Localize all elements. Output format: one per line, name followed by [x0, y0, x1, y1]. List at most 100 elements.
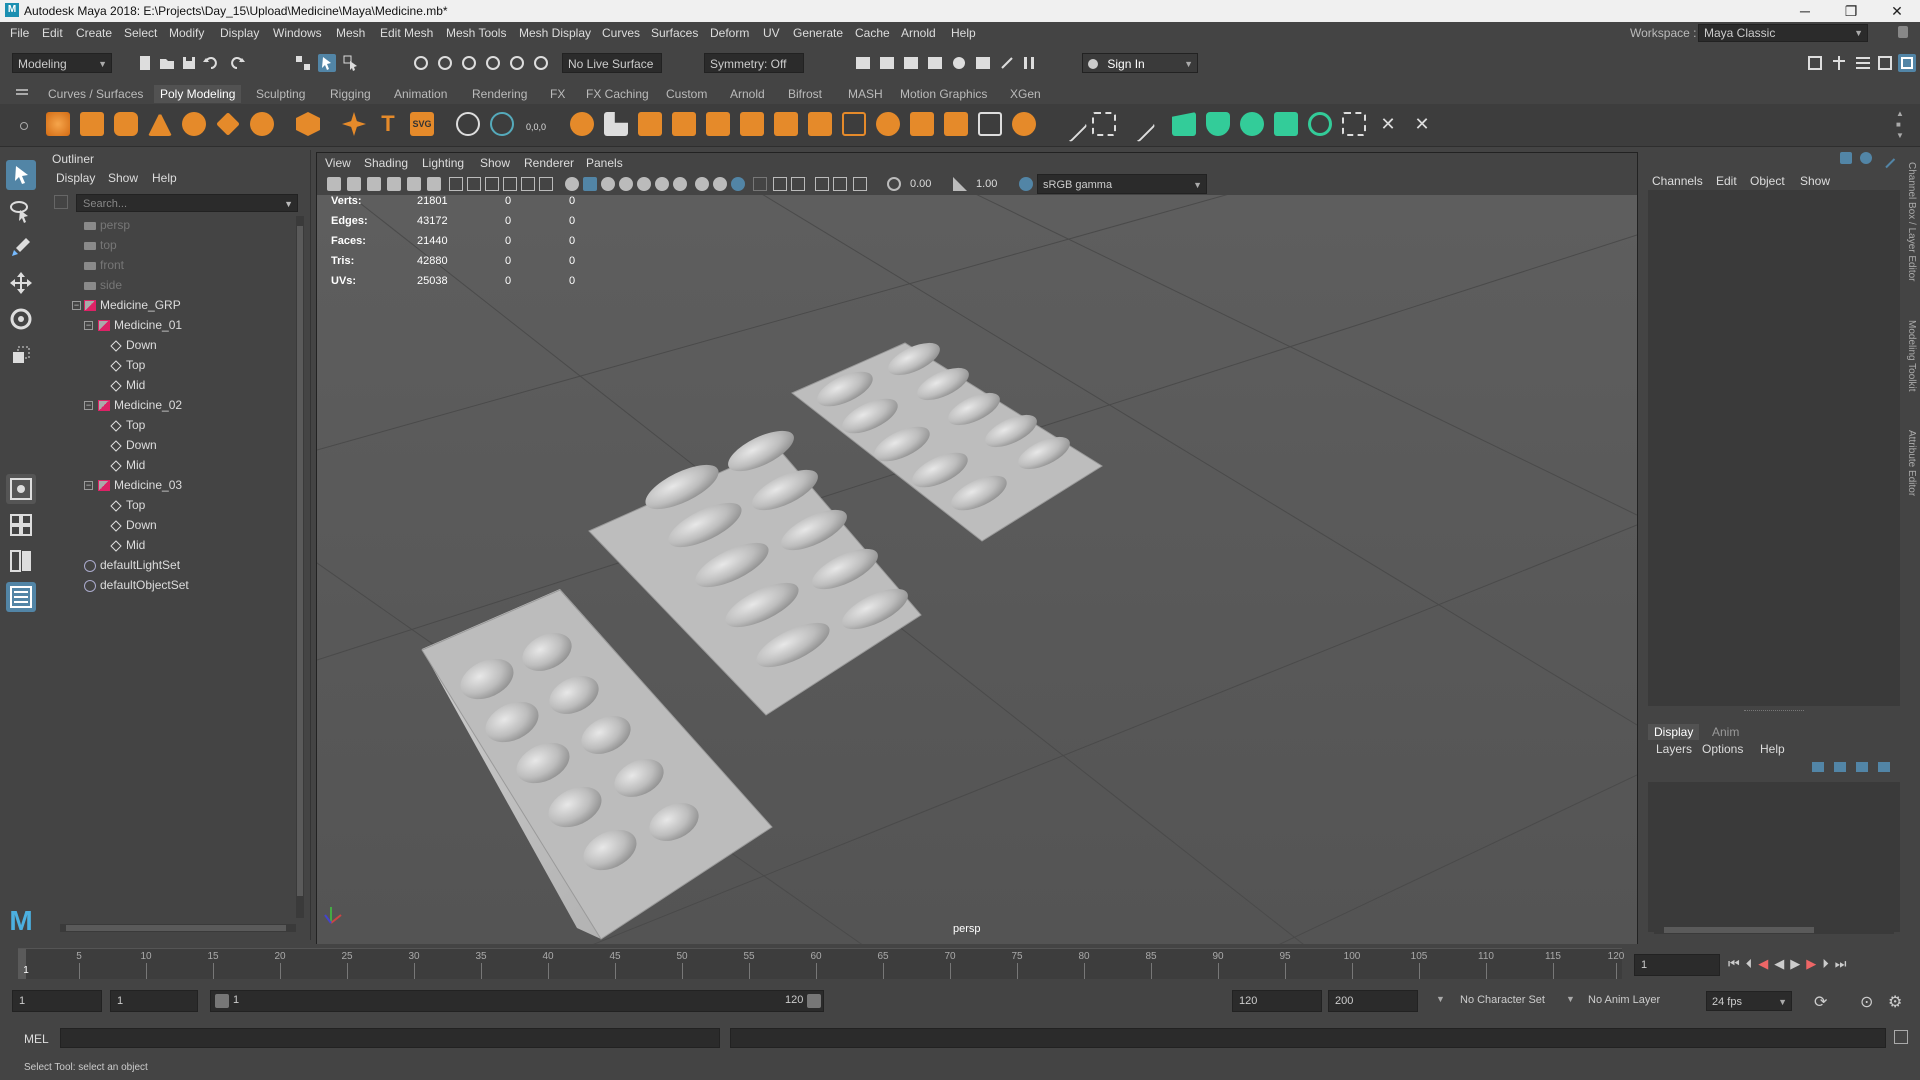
mode-dropdown[interactable]: Modeling ▼ — [12, 53, 112, 73]
outliner-item-default-object-set[interactable]: defaultObjectSet — [84, 576, 189, 594]
menu-mesh-display[interactable]: Mesh Display — [519, 26, 591, 40]
xray-active-icon[interactable] — [815, 177, 829, 191]
edge-loop-icon[interactable] — [1052, 107, 1088, 143]
command-input[interactable] — [60, 1028, 720, 1048]
single-perspective-view-button[interactable] — [6, 474, 36, 504]
playback-start-field[interactable]: 1 — [110, 990, 198, 1012]
side-tab-attribute-editor[interactable]: Attribute Editor — [1906, 430, 1917, 496]
outliner-item-medicine-02[interactable]: Medicine_02 — [98, 396, 182, 414]
grid-toggle-icon[interactable] — [449, 177, 463, 191]
use-all-lights-icon[interactable] — [637, 177, 651, 191]
gamma-field[interactable]: 1.00 — [971, 174, 1013, 194]
safe-action-icon[interactable] — [539, 177, 553, 191]
cut-uv-icon[interactable] — [1308, 112, 1332, 136]
isolate-select-icon[interactable] — [753, 177, 767, 191]
render-setup-icon[interactable] — [974, 54, 992, 72]
gamma-icon[interactable] — [953, 177, 967, 191]
range-bar[interactable]: 1 120 — [210, 990, 824, 1012]
go-to-end-icon[interactable]: ⏭ — [1835, 956, 1853, 971]
menu-arnold[interactable]: Arnold — [901, 26, 936, 40]
shelf-tab-rigging[interactable]: Rigging — [324, 85, 377, 103]
layer-menu-layers[interactable]: Layers — [1656, 742, 1692, 756]
new-layer-selected-icon[interactable] — [1878, 762, 1890, 772]
play-forward-icon[interactable]: ▶ — [1790, 956, 1806, 971]
shelf-tab-motion-graphics[interactable]: Motion Graphics — [894, 85, 993, 103]
grease-pencil-icon[interactable] — [427, 177, 441, 191]
outliner-item-mid[interactable]: Mid — [110, 376, 145, 394]
super-shape-icon[interactable] — [342, 112, 366, 136]
outliner-item-mid[interactable]: Mid — [110, 456, 145, 474]
insert-edge-loop-icon[interactable] — [1092, 112, 1116, 136]
menu-surfaces[interactable]: Surfaces — [651, 26, 698, 40]
screen-space-ao-icon[interactable] — [673, 177, 687, 191]
hypershade-icon[interactable] — [950, 54, 968, 72]
channel-box-help-icon[interactable] — [1860, 152, 1872, 164]
select-tool-button[interactable] — [6, 160, 36, 190]
viewport-menu-show[interactable]: Show — [480, 156, 510, 170]
step-back-icon[interactable]: ⏴ — [1746, 956, 1759, 971]
go-to-start-icon[interactable]: ⏮ — [1728, 956, 1746, 971]
new-empty-layer-icon[interactable] — [1856, 762, 1868, 772]
textured-icon[interactable] — [619, 177, 633, 191]
menu-curves[interactable]: Curves — [602, 26, 640, 40]
chevron-down-icon[interactable]: ▼ — [1566, 994, 1575, 1004]
menu-uv[interactable]: UV — [763, 26, 780, 40]
bevel-icon[interactable] — [740, 112, 764, 136]
snap-surface-icon[interactable] — [508, 54, 526, 72]
shelf-tab-curves-surfaces[interactable]: Curves / Surfaces — [42, 85, 149, 103]
outliner-item-top[interactable]: top — [84, 236, 117, 254]
shelf-scroll-icon[interactable]: ▲ ■ ▼ — [1896, 108, 1906, 142]
outliner-item-top-mesh[interactable]: Top — [110, 416, 145, 434]
layer-menu-options[interactable]: Options — [1702, 742, 1743, 756]
attribute-editor-icon[interactable] — [1854, 54, 1872, 72]
viewport-menu-lighting[interactable]: Lighting — [422, 156, 464, 170]
maximize-button[interactable]: ❐ — [1828, 0, 1874, 22]
layer-tab-display[interactable]: Display — [1648, 724, 1700, 740]
menu-edit[interactable]: Edit — [42, 26, 63, 40]
multi-cut-icon[interactable] — [842, 112, 866, 136]
menu-deform[interactable]: Deform — [710, 26, 749, 40]
outliner-item-top-mesh[interactable]: Top — [110, 356, 145, 374]
workspace-dropdown[interactable]: Maya Classic ▼ — [1698, 24, 1868, 42]
menu-generate[interactable]: Generate — [793, 26, 843, 40]
minimize-button[interactable]: ─ — [1782, 0, 1828, 22]
channelbox-menu-show[interactable]: Show — [1800, 174, 1830, 188]
outliner-item-side[interactable]: side — [84, 276, 122, 294]
viewport-panel[interactable]: View Shading Lighting Show Renderer Pane… — [316, 152, 1638, 946]
freeze-transform-icon[interactable]: 0,0,0 — [524, 112, 548, 136]
menu-help[interactable]: Help — [951, 26, 976, 40]
layer-horizontal-scrollbar[interactable] — [1654, 926, 1894, 934]
current-frame-field[interactable]: 1 — [1634, 954, 1720, 976]
poly-cone-icon[interactable] — [148, 112, 172, 136]
outliner-item-mid[interactable]: Mid — [110, 536, 145, 554]
script-editor-icon[interactable] — [1894, 1030, 1908, 1044]
lasso-tool-button[interactable] — [6, 196, 36, 226]
layer-tab-anim[interactable]: Anim — [1706, 724, 1745, 740]
bridge-icon[interactable] — [706, 112, 730, 136]
outliner-search-input[interactable]: Search... ▼ — [76, 194, 298, 212]
poly-sphere-icon[interactable] — [46, 112, 70, 136]
symmetry-dropdown[interactable]: Symmetry: Off — [704, 53, 804, 73]
snap-view-icon[interactable] — [484, 54, 502, 72]
persp-outliner-view-button[interactable] — [6, 546, 36, 576]
shelf-tab-custom[interactable]: Custom — [660, 85, 713, 103]
exposure-icon[interactable] — [887, 177, 901, 191]
xray-joints-icon[interactable] — [791, 177, 805, 191]
combine-icon[interactable] — [570, 112, 594, 136]
step-forward-key-icon[interactable]: ▶ — [1806, 956, 1822, 971]
poly-cylinder-icon[interactable] — [114, 112, 138, 136]
target-weld-icon[interactable] — [876, 112, 900, 136]
fps-dropdown[interactable]: 24 fps ▼ — [1706, 991, 1792, 1011]
layer-editor-list[interactable] — [1648, 782, 1900, 932]
bookmark-icon[interactable] — [367, 177, 381, 191]
select-object-icon[interactable] — [318, 54, 336, 72]
resolution-gate-icon[interactable] — [485, 177, 499, 191]
backface-culling-icon[interactable] — [833, 177, 847, 191]
filter-icon[interactable] — [54, 195, 68, 209]
scene-canvas[interactable] — [317, 195, 1637, 945]
sew-uv-icon[interactable]: ✕ — [1376, 112, 1400, 136]
pause-icon[interactable] — [1020, 54, 1038, 72]
chevron-down-icon[interactable]: ▼ — [1436, 994, 1445, 1004]
menu-mesh[interactable]: Mesh — [336, 26, 365, 40]
image-plane-icon[interactable] — [387, 177, 401, 191]
